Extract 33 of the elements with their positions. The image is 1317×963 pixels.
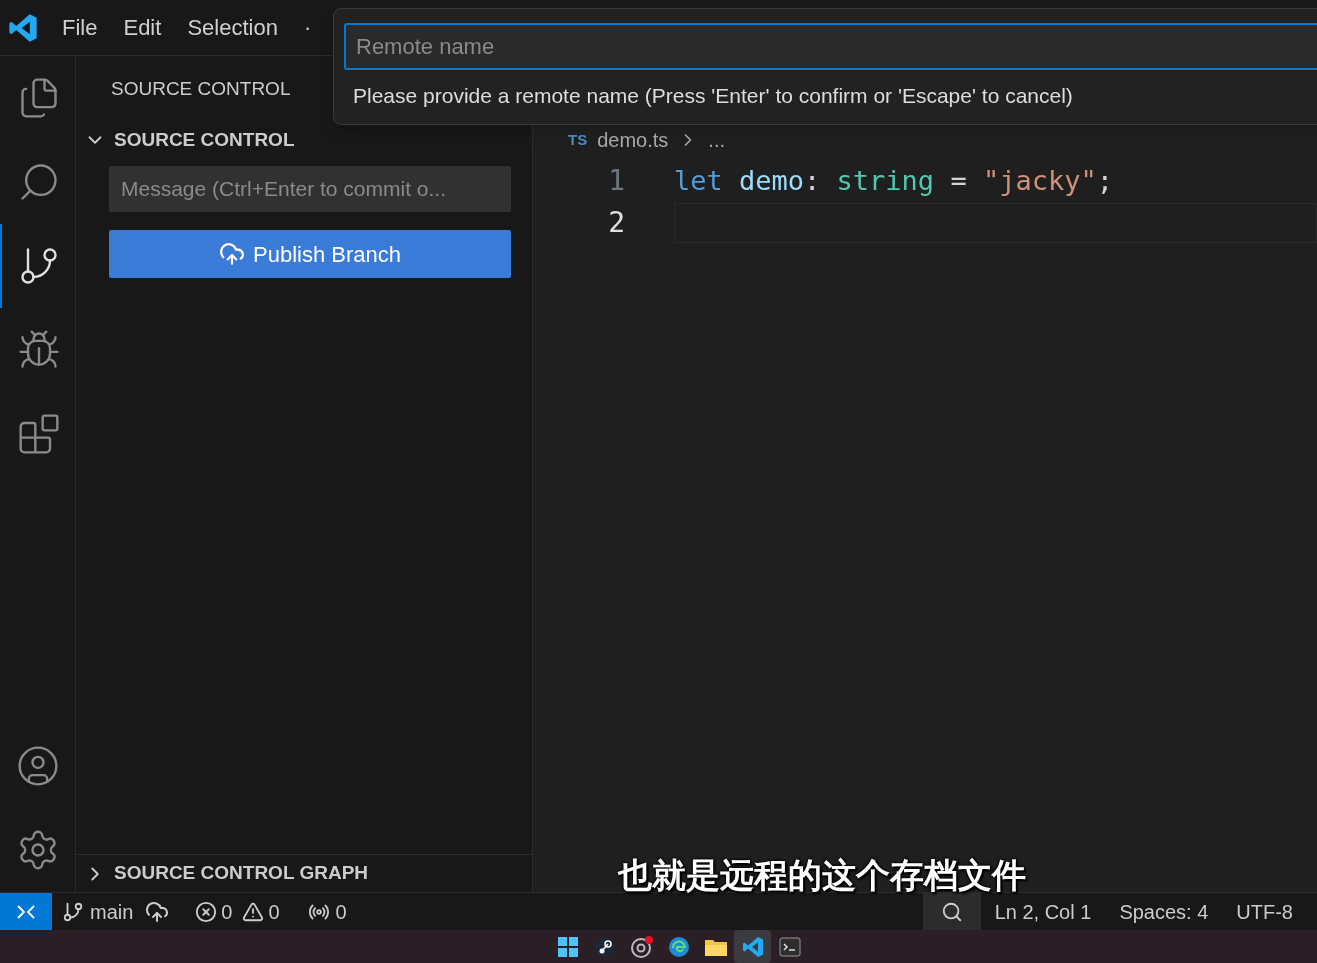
remote-name-field[interactable]: Remote name <box>344 23 1317 70</box>
cloud-upload-icon <box>219 241 245 267</box>
code-editor-icon[interactable] <box>734 930 771 963</box>
problems-status[interactable]: 0 0 <box>195 896 280 927</box>
encoding-status[interactable]: UTF-8 <box>1236 896 1293 927</box>
menu-item[interactable]: · <box>293 11 322 44</box>
language-label: TS <box>568 129 588 150</box>
line-number: 1 <box>607 163 626 199</box>
publish-branch-button[interactable]: Publish Branch <box>109 230 511 278</box>
indentation-status[interactable]: Spaces: 4 <box>1119 896 1209 927</box>
ports-status[interactable]: 0 <box>307 896 347 927</box>
line-number: 2 <box>607 205 626 241</box>
prompt-message: Please provide a remote name (Press 'Enter' to confirm or 'Escape' to cancel) <box>352 83 1074 109</box>
zoom-button[interactable] <box>922 893 981 930</box>
search-icon <box>940 900 963 923</box>
cursor-position[interactable]: Ln 2, Col 1 <box>994 896 1092 927</box>
menu-item[interactable]: Selection <box>177 11 288 44</box>
commit-message-field[interactable]: Message (Ctrl+Enter to commit o... <box>109 166 511 212</box>
publish-icon[interactable] <box>145 899 170 924</box>
branch-status[interactable]: main <box>62 896 134 927</box>
section-header[interactable]: SOURCE CONTROL <box>76 122 532 158</box>
code-line: let demo: string = "jacky"; <box>674 163 1113 198</box>
remote-button[interactable] <box>0 893 52 930</box>
breadcrumb-more[interactable]: ... <box>708 125 725 155</box>
error-icon <box>195 900 218 923</box>
video-subtitle: 也就是远程的这个存档文件 <box>618 858 1026 892</box>
sidebar-title: SOURCE CONTROL <box>111 76 291 101</box>
breadcrumb-file[interactable]: demo.ts <box>597 125 669 155</box>
menu-item[interactable]: File <box>52 11 108 44</box>
branch-icon <box>62 900 84 923</box>
menu-item[interactable]: Edit <box>113 11 172 44</box>
app-logo-icon <box>8 12 38 43</box>
warning-icon <box>242 900 265 923</box>
